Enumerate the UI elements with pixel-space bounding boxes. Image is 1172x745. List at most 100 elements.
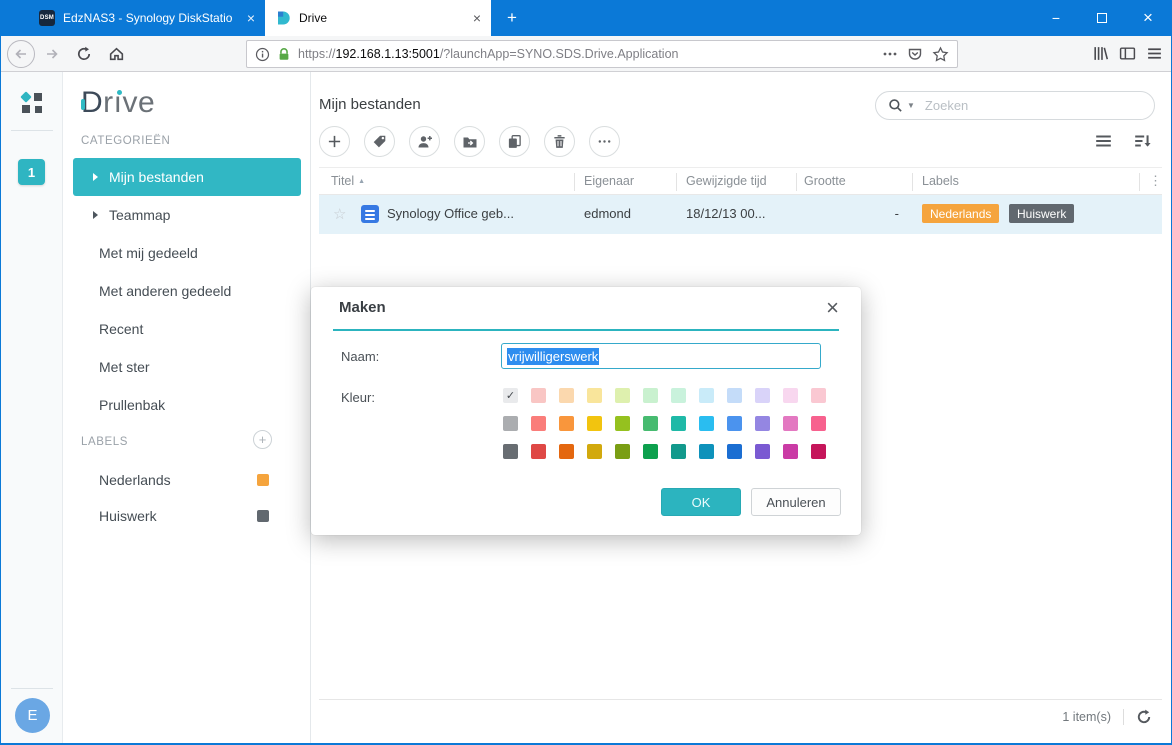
add-label-button[interactable]: + [253, 430, 272, 449]
sidebar-item-teammap[interactable]: Teammap [73, 196, 301, 234]
bookmark-star-icon[interactable] [932, 45, 949, 63]
color-swatch[interactable] [559, 444, 574, 459]
sidebar-label-nederlands[interactable]: Nederlands [73, 462, 301, 498]
secure-lock-icon[interactable] [277, 47, 291, 62]
color-swatch[interactable] [643, 388, 658, 403]
reload-button[interactable] [69, 40, 99, 68]
color-swatch[interactable] [615, 416, 630, 431]
create-dialog: Maken × Naam: vrijwilligerswerk Kleur: ✓… [311, 287, 861, 535]
color-swatch[interactable] [783, 444, 798, 459]
tab-dsm[interactable]: DSM EdzNAS3 - Synology DiskStatio × [29, 0, 265, 36]
window-close-button[interactable]: × [1125, 0, 1171, 36]
delete-button[interactable] [544, 126, 575, 157]
sidebar-item-met-ster[interactable]: Met ster [73, 348, 301, 386]
color-swatch[interactable] [671, 444, 686, 459]
user-avatar[interactable]: E [15, 698, 50, 733]
notification-badge[interactable]: 1 [18, 159, 45, 185]
forward-button[interactable] [37, 40, 67, 68]
color-swatch[interactable] [531, 388, 546, 403]
color-swatch[interactable] [727, 388, 742, 403]
sidebar-item-met-anderen-gedeeld[interactable]: Met anderen gedeeld [73, 272, 301, 310]
column-options-icon[interactable]: ⋮ [1149, 173, 1162, 189]
window-minimize-button[interactable]: − [1033, 0, 1079, 36]
new-tab-button[interactable]: + [501, 8, 523, 30]
color-swatch[interactable] [811, 388, 826, 403]
search-scope-caret-icon[interactable]: ▼ [907, 101, 915, 110]
file-label-badge[interactable]: Nederlands [922, 204, 1000, 223]
color-swatch[interactable] [699, 444, 714, 459]
name-input[interactable]: vrijwilligerswerk [501, 343, 821, 369]
color-swatch[interactable] [811, 444, 826, 459]
column-header-labels[interactable]: Labels [922, 174, 959, 188]
color-swatch[interactable] [755, 444, 770, 459]
window-maximize-button[interactable] [1079, 0, 1125, 36]
move-button[interactable] [454, 126, 485, 157]
color-swatch[interactable] [755, 416, 770, 431]
dialog-close-icon[interactable]: × [826, 295, 839, 321]
create-button[interactable] [319, 126, 350, 157]
file-label-badge[interactable]: Huiswerk [1009, 204, 1075, 223]
ok-button[interactable]: OK [661, 488, 741, 516]
search-box[interactable]: ▼ Zoeken [875, 91, 1155, 120]
refresh-icon[interactable] [1136, 709, 1152, 725]
sidebar-item-prullenbak[interactable]: Prullenbak [73, 386, 301, 424]
color-swatch[interactable] [727, 444, 742, 459]
tab-close-icon[interactable]: × [247, 11, 255, 25]
column-header-titel[interactable]: Titel ▲ [331, 174, 365, 188]
home-button[interactable] [101, 40, 131, 68]
color-swatch[interactable] [783, 388, 798, 403]
column-header-eigenaar[interactable]: Eigenaar [584, 174, 634, 188]
color-swatch[interactable] [587, 444, 602, 459]
color-swatch[interactable] [699, 388, 714, 403]
copy-button[interactable] [499, 126, 530, 157]
more-actions-button[interactable] [589, 126, 620, 157]
expand-arrow-icon[interactable] [93, 211, 98, 219]
library-icon[interactable] [1092, 45, 1109, 62]
pocket-icon[interactable] [907, 46, 923, 62]
list-view-icon[interactable] [1094, 132, 1113, 150]
cancel-button[interactable]: Annuleren [751, 488, 841, 516]
color-swatch[interactable] [643, 444, 658, 459]
page-info-icon[interactable] [255, 47, 270, 62]
color-swatch[interactable] [531, 416, 546, 431]
sidebar-item-mijn-bestanden[interactable]: Mijn bestanden [73, 158, 301, 196]
sidebar-toggle-icon[interactable] [1119, 45, 1136, 62]
color-swatch[interactable] [559, 416, 574, 431]
color-swatch[interactable] [643, 416, 658, 431]
color-swatch[interactable] [587, 388, 602, 403]
apps-grid-icon[interactable] [20, 91, 42, 113]
sidebar-label-huiswerk[interactable]: Huiswerk [73, 498, 301, 534]
column-header-grootte[interactable]: Grootte [804, 174, 846, 188]
color-swatch[interactable] [755, 388, 770, 403]
page-actions-icon[interactable] [882, 46, 898, 62]
sidebar-item-recent[interactable]: Recent [73, 310, 301, 348]
color-swatch[interactable] [727, 416, 742, 431]
color-swatch[interactable] [503, 444, 518, 459]
color-swatch[interactable] [699, 416, 714, 431]
sort-icon[interactable] [1133, 132, 1152, 150]
tab-drive[interactable]: Drive × [265, 0, 491, 36]
url-bar[interactable]: https://192.168.1.13:5001/?launchApp=SYN… [246, 40, 958, 68]
file-title[interactable]: Synology Office geb... [387, 206, 514, 221]
color-swatch[interactable] [671, 388, 686, 403]
color-swatch-selected[interactable]: ✓ [503, 388, 518, 403]
tab-close-icon[interactable]: × [473, 11, 481, 25]
color-swatch[interactable] [783, 416, 798, 431]
sidebar-item-met-mij-gedeeld[interactable]: Met mij gedeeld [73, 234, 301, 272]
star-icon[interactable]: ☆ [333, 205, 346, 223]
color-swatch[interactable] [671, 416, 686, 431]
color-swatch[interactable] [587, 416, 602, 431]
color-swatch[interactable] [559, 388, 574, 403]
color-swatch[interactable] [531, 444, 546, 459]
back-button[interactable] [7, 39, 35, 68]
color-swatch[interactable] [615, 388, 630, 403]
label-button[interactable] [364, 126, 395, 157]
expand-arrow-icon[interactable] [93, 173, 98, 181]
color-swatch[interactable] [503, 416, 518, 431]
color-swatch[interactable] [811, 416, 826, 431]
column-header-gewijzigde-tijd[interactable]: Gewijzigde tijd [686, 174, 767, 188]
file-row[interactable]: ☆ Synology Office geb... edmond 18/12/13… [319, 195, 1162, 234]
color-swatch[interactable] [615, 444, 630, 459]
share-button[interactable] [409, 126, 440, 157]
menu-hamburger-icon[interactable] [1146, 45, 1163, 62]
